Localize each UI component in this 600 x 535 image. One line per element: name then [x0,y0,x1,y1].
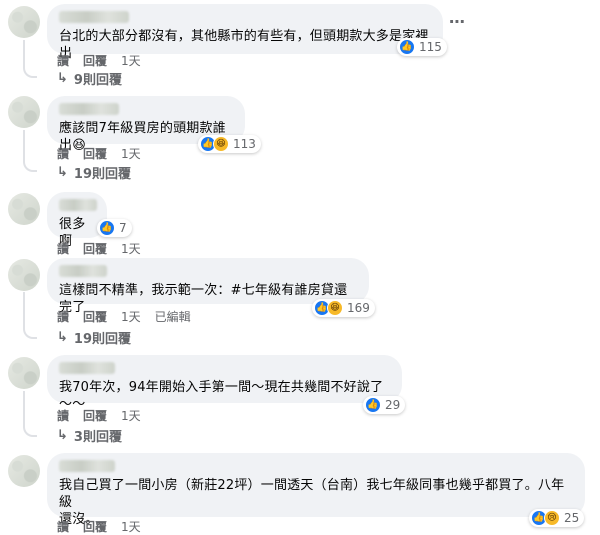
commenter-name[interactable] [59,362,115,374]
more-options-icon[interactable]: ⋯ [449,12,466,31]
avatar[interactable] [8,259,40,291]
reaction-summary[interactable]: 👍 7 [97,219,132,237]
replies-count: 9則回覆 [73,73,122,88]
timestamp[interactable]: 1天 [121,308,141,325]
reply-button[interactable]: 回覆 [83,407,107,424]
replies-count: 19則回覆 [73,332,131,347]
view-replies-link[interactable]: ↳ 19則回覆 [57,163,131,182]
reaction-count: 7 [119,221,127,235]
timestamp[interactable]: 1天 [121,52,141,69]
timestamp[interactable]: 1天 [121,407,141,424]
view-replies-link[interactable]: ↳ 19則回覆 [57,328,131,347]
like-icon: 👍 [399,39,415,55]
timestamp[interactable]: 1天 [121,240,141,257]
reply-button[interactable]: 回覆 [83,52,107,69]
haha-icon: 😆 [327,300,343,316]
reply-button[interactable]: 回覆 [83,308,107,325]
read-button[interactable]: 讀 [57,145,69,162]
comment-actions: 讀 回覆 1天 [57,518,155,535]
reply-arrow-icon: ↳ [57,71,68,86]
avatar[interactable] [8,357,40,389]
like-icon: 👍 [99,220,115,236]
comment-bubble: 這樣問不精準，我示範一次：#七年級有誰房貸還完了 [47,258,369,315]
comment-actions: 讀 回覆 1天 [57,145,155,162]
reaction-count: 115 [419,40,442,54]
comment-bubble: 台北的大部分都沒有，其他縣市的有些有，但頭期款大多是家裡出 [47,4,443,61]
reaction-count: 113 [233,137,256,151]
read-button[interactable]: 讀 [57,240,69,257]
comment-bubble: 我70年次，94年開始入手第一間～現在共幾間不好說了～～ [47,355,402,412]
reaction-summary[interactable]: 👍 115 [397,38,447,56]
read-button[interactable]: 讀 [57,407,69,424]
commenter-name[interactable] [59,265,107,277]
commenter-name[interactable] [59,460,115,472]
comment-actions: 讀 回覆 1天 已編輯 [57,308,205,325]
comment-actions: 讀 回覆 1天 [57,240,155,257]
read-button[interactable]: 讀 [57,518,69,535]
reaction-summary[interactable]: 👍 29 [363,396,406,414]
read-button[interactable]: 讀 [57,52,69,69]
reply-arrow-icon: ↳ [57,165,68,180]
haha-icon: 😆 [213,136,229,152]
view-replies-link[interactable]: ↳ 3則回覆 [57,426,122,445]
edited-label: 已編輯 [154,310,191,324]
commenter-name[interactable] [59,103,119,115]
comment-actions: 讀 回覆 1天 [57,52,155,69]
timestamp[interactable]: 1天 [121,145,141,162]
timestamp[interactable]: 1天 [121,518,141,535]
comment-actions: 讀 回覆 1天 [57,407,155,424]
reaction-summary[interactable]: 👍 😆 113 [198,135,261,153]
replies-count: 19則回覆 [73,167,131,182]
reaction-count: 169 [347,301,370,315]
replies-count: 3則回覆 [73,430,122,445]
thread-line [23,40,37,78]
reaction-count: 25 [564,511,580,525]
like-icon: 👍 [365,397,381,413]
commenter-name[interactable] [59,199,97,211]
sad-icon: 😢 [544,510,560,526]
comment-text-line-1: 我自己買了一間小房（新莊22坪）一間透天（台南）我七年級同事也幾乎都買了。八年級 [59,478,565,510]
view-replies-link[interactable]: ↳ 9則回覆 [57,69,122,88]
reply-arrow-icon: ↳ [57,330,68,345]
avatar[interactable] [8,96,40,128]
thread-line [23,130,37,172]
avatar[interactable] [8,193,40,225]
reply-button[interactable]: 回覆 [83,240,107,257]
comment-bubble: 我自己買了一間小房（新莊22坪）一間透天（台南）我七年級同事也幾乎都買了。八年級… [47,453,585,527]
thread-line [23,292,37,339]
reply-button[interactable]: 回覆 [83,518,107,535]
reaction-summary[interactable]: 👍 😆 169 [312,299,375,317]
reaction-summary[interactable]: 👍 😢 25 [529,509,585,527]
avatar[interactable] [8,455,40,487]
reply-arrow-icon: ↳ [57,428,68,443]
thread-line [23,391,37,437]
avatar[interactable] [8,6,40,38]
reply-button[interactable]: 回覆 [83,145,107,162]
read-button[interactable]: 讀 [57,308,69,325]
commenter-name[interactable] [59,11,129,23]
reaction-count: 29 [385,398,401,412]
